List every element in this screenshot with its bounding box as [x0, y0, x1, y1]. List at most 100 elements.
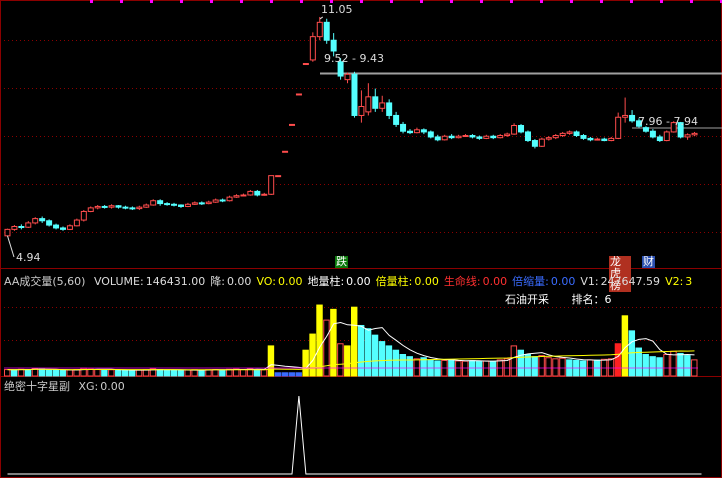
candle-body [219, 199, 226, 202]
top-tick [240, 0, 243, 3]
candle-body [212, 199, 219, 203]
volume-bar [198, 369, 205, 377]
volume-bar [239, 369, 247, 377]
volume-legend-item: 地量柱: 0.00 [307, 275, 370, 288]
volume-title: AA成交量(5,60) [4, 275, 86, 288]
candle-body [94, 205, 101, 209]
indicator-xg-label: XG: [78, 380, 99, 393]
candle-body [504, 133, 511, 137]
volume-legend-item: 倍缩量: 0.00 [512, 275, 575, 288]
candle-body [129, 207, 136, 210]
volume-bar [156, 369, 164, 377]
volume-bar [24, 369, 32, 377]
candle-body [282, 150, 289, 153]
volume-legend-item: VOLUME: 146431.00 [94, 275, 205, 288]
volume-bar [316, 304, 323, 377]
candle-body [524, 131, 531, 142]
volume-bar [184, 369, 191, 377]
top-tick [690, 0, 693, 3]
volume-bar [614, 343, 622, 377]
volume-bar [392, 349, 400, 377]
candle-body [316, 21, 323, 38]
volume-bar [677, 352, 684, 377]
volume-legend-item: 倍量柱: 0.00 [376, 275, 439, 288]
candle-body [518, 124, 525, 133]
candle-body [483, 135, 490, 139]
top-tick [630, 0, 633, 3]
candle-body [497, 135, 504, 139]
volume-bar [226, 368, 233, 377]
volume-bar [302, 349, 309, 377]
candle-body [302, 63, 309, 66]
volume-bar [489, 360, 497, 377]
candle-body [309, 36, 316, 61]
volume-bar [101, 369, 108, 377]
top-tick [540, 0, 543, 3]
frame [0, 0, 722, 478]
candle-body [538, 138, 545, 147]
top-tick [510, 0, 513, 3]
candle-body [73, 219, 80, 227]
candle-body [691, 132, 698, 136]
candle-body [136, 206, 143, 210]
candle-body [684, 134, 691, 138]
candle-body [441, 135, 448, 141]
volume-legend-item: 生命线: 0.00 [444, 275, 507, 288]
candle-body [601, 138, 608, 142]
price-low-label: 4.94 [16, 251, 41, 264]
volume-bar [281, 372, 289, 377]
legend-label: 地量柱: [307, 275, 345, 288]
volume-bar [38, 368, 46, 377]
indicator-title: 绝密十字星副 [4, 380, 70, 393]
marker-cai: 财 [642, 255, 655, 268]
candle-body [261, 193, 268, 196]
candle-body [594, 138, 601, 141]
candle-body [108, 205, 115, 208]
candle-body [205, 201, 212, 205]
volume-bar [344, 345, 351, 377]
candle-body [268, 175, 275, 195]
candle-body [115, 205, 122, 208]
top-tick [570, 0, 573, 3]
volume-legend-item: VO: 0.00 [256, 275, 302, 288]
candle-body [289, 123, 296, 126]
sector-rank: 石油开采 排名：6 [505, 291, 617, 307]
volume-bar [420, 357, 427, 377]
volume-bar [288, 372, 295, 377]
volume-bar [309, 333, 316, 377]
candle-body [66, 225, 73, 230]
candle-body [413, 129, 420, 134]
volume-bar [475, 360, 483, 377]
top-tick [450, 0, 453, 3]
candle-body [427, 131, 434, 138]
legend-label: V2: [665, 275, 684, 288]
marker-die: 跌 [335, 255, 348, 268]
candle-body [358, 106, 365, 116]
volume-bar [364, 328, 372, 377]
candle-body [566, 131, 573, 134]
volume-legend: AA成交量(5,60) VOLUME: 146431.00 降: 0.00 VO: 0.0… [4, 273, 702, 289]
volume-bar [684, 355, 691, 377]
top-tick [300, 0, 303, 3]
volume-bar [649, 356, 656, 377]
volume-bar [337, 343, 344, 377]
candle-body [490, 135, 497, 139]
low-pointer [6, 235, 15, 258]
candle-body [330, 39, 337, 52]
candle-body [351, 73, 358, 116]
volume-bar [52, 369, 60, 377]
volume-bar [128, 369, 136, 377]
volume-bar [267, 345, 275, 377]
top-tick [180, 0, 183, 3]
top-tick [270, 0, 273, 3]
candle-body [240, 194, 247, 197]
candle-body [46, 220, 53, 226]
indicator-line [7, 395, 702, 475]
volume-bar [552, 358, 559, 377]
candle-body [406, 130, 413, 134]
stock-chart: 11.05 4.94 9.52 - 9.43 7.96 - 7.94 [0, 0, 722, 478]
volume-bar [517, 349, 524, 377]
high-pointer [319, 16, 324, 20]
volume-bar [503, 358, 511, 377]
candle-body [386, 102, 393, 116]
